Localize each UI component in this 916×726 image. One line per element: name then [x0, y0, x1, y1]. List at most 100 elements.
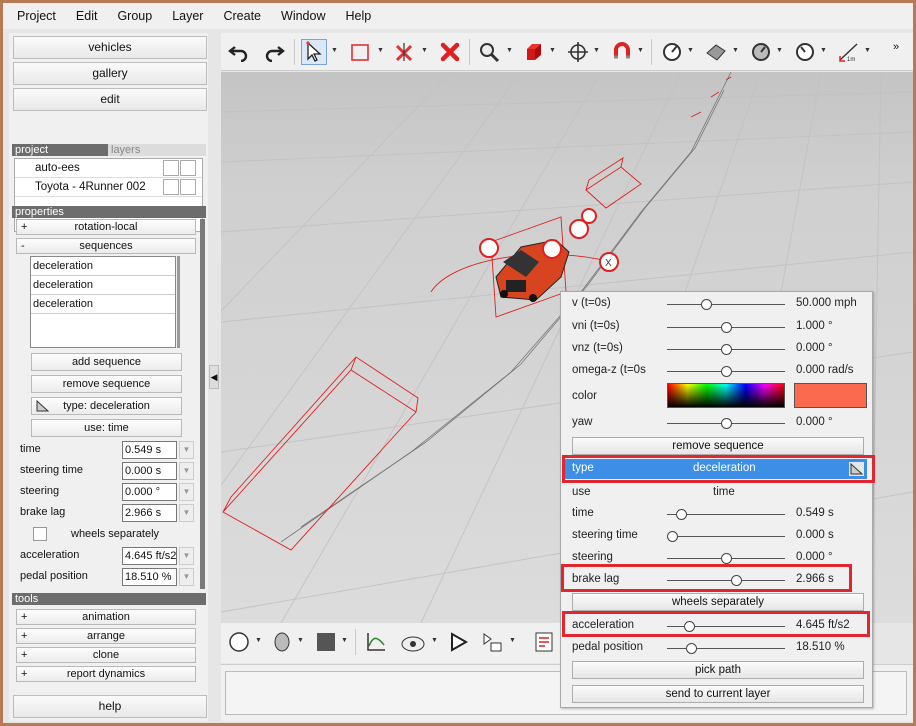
chevron-down-icon[interactable]: ▼	[255, 637, 262, 644]
visibility-checkbox[interactable]	[163, 160, 179, 176]
rotation-local-row[interactable]: + rotation-local	[16, 219, 196, 235]
chevron-down-icon[interactable]: ▼	[593, 47, 600, 54]
brake-lag-dropdown[interactable]: ▼	[179, 504, 194, 522]
undo-icon[interactable]	[226, 39, 252, 65]
chevron-down-icon[interactable]: ▼	[864, 47, 871, 54]
scale-1m-icon[interactable]: 1m	[836, 39, 862, 65]
steering-time-slider[interactable]	[667, 531, 785, 542]
v-slider[interactable]	[667, 299, 785, 310]
add-sequence-button[interactable]: add sequence	[31, 353, 182, 371]
tab-project[interactable]: project	[12, 144, 108, 156]
send-to-current-layer-button[interactable]: send to current layer	[572, 685, 864, 703]
zoom-icon[interactable]	[476, 39, 502, 65]
box-icon[interactable]	[521, 39, 547, 65]
pedal-position-slider[interactable]	[667, 643, 785, 654]
tab-layers[interactable]: layers	[108, 144, 206, 156]
tool-report-dynamics-row[interactable]: + report dynamics	[16, 666, 196, 682]
popup-remove-sequence-button[interactable]: remove sequence	[572, 437, 864, 455]
chevron-down-icon[interactable]: ▼	[637, 47, 644, 54]
chevron-down-icon[interactable]: ▼	[431, 637, 438, 644]
lock-checkbox[interactable]	[180, 160, 196, 176]
collapse-panel-handle[interactable]: ◀	[209, 365, 219, 389]
chevron-down-icon[interactable]: ▼	[506, 47, 513, 54]
vni-slider[interactable]	[667, 322, 785, 333]
measure-icon[interactable]	[659, 39, 685, 65]
list-item[interactable]: deceleration	[31, 295, 175, 314]
delete-vertex-icon[interactable]	[391, 39, 417, 65]
toolbar-overflow-icon[interactable]: »	[893, 41, 899, 53]
omega-z-slider[interactable]	[667, 366, 785, 377]
sphere-icon[interactable]	[226, 629, 252, 655]
move-icon[interactable]	[565, 39, 591, 65]
chevron-down-icon[interactable]: ▼	[549, 47, 556, 54]
use-value[interactable]: time	[713, 486, 735, 498]
wheels-separately-checkbox[interactable]	[33, 527, 47, 541]
pedal-position-dropdown[interactable]: ▼	[179, 568, 194, 586]
remove-sequence-button[interactable]: remove sequence	[31, 375, 182, 393]
export-icon[interactable]	[479, 629, 505, 655]
camera-icon[interactable]	[399, 629, 425, 655]
edit-button[interactable]: edit	[13, 88, 207, 111]
chevron-down-icon[interactable]: ▼	[509, 637, 516, 644]
play-icon[interactable]	[445, 629, 471, 655]
vehicles-button[interactable]: vehicles	[13, 36, 207, 59]
rotate-gauge-icon[interactable]	[748, 39, 774, 65]
use-button[interactable]: use: time	[31, 419, 182, 437]
steering-field[interactable]: 0.000 °	[122, 483, 177, 501]
slider-thumb[interactable]	[720, 366, 732, 377]
menu-group[interactable]: Group	[109, 9, 164, 23]
lock-checkbox[interactable]	[180, 179, 196, 195]
acceleration-dropdown[interactable]: ▼	[179, 547, 194, 565]
tool-arrange-row[interactable]: + arrange	[16, 628, 196, 644]
graph-icon[interactable]	[363, 629, 389, 655]
time-slider[interactable]	[667, 509, 785, 520]
chevron-down-icon[interactable]: ▼	[776, 47, 783, 54]
sequences-row[interactable]: - sequences	[16, 238, 196, 254]
list-item[interactable]: deceleration	[31, 276, 175, 295]
slider-thumb[interactable]	[701, 299, 713, 310]
tool-clone-row[interactable]: + clone	[16, 647, 196, 663]
slider-thumb[interactable]	[720, 553, 732, 564]
head-icon[interactable]	[269, 629, 295, 655]
color-square-icon[interactable]	[313, 629, 339, 655]
tool-animation-row[interactable]: + animation	[16, 609, 196, 625]
slider-thumb[interactable]	[667, 531, 678, 542]
rectangle-select-icon[interactable]	[347, 39, 373, 65]
properties-scrollbar[interactable]	[200, 219, 205, 589]
chevron-down-icon[interactable]: ▼	[341, 637, 348, 644]
steering-time-dropdown[interactable]: ▼	[179, 462, 194, 480]
color-swatch[interactable]	[794, 383, 867, 408]
chevron-down-icon[interactable]: ▼	[421, 47, 428, 54]
list-item[interactable]: auto-ees	[15, 159, 202, 178]
brake-lag-field[interactable]: 2.966 s	[122, 504, 177, 522]
magnet-icon[interactable]	[609, 39, 635, 65]
surface-icon[interactable]	[703, 39, 729, 65]
select-arrow-icon[interactable]	[301, 39, 327, 65]
pick-path-button[interactable]: pick path	[572, 661, 864, 679]
list-item[interactable]: Toyota - 4Runner 002	[15, 178, 202, 197]
gauge-icon[interactable]	[792, 39, 818, 65]
chevron-down-icon[interactable]: ▼	[297, 637, 304, 644]
report-icon[interactable]	[531, 629, 557, 655]
chevron-down-icon[interactable]: ▼	[377, 47, 384, 54]
color-spectrum-picker[interactable]	[667, 383, 785, 408]
list-item[interactable]: deceleration	[31, 257, 175, 276]
type-button[interactable]: type: deceleration	[31, 397, 182, 415]
chevron-down-icon[interactable]: ▼	[820, 47, 827, 54]
vnz-slider[interactable]	[667, 344, 785, 355]
chevron-down-icon[interactable]: ▼	[331, 47, 338, 54]
sequence-scrollbar[interactable]	[177, 256, 180, 348]
chevron-down-icon[interactable]: ▼	[687, 47, 694, 54]
chevron-down-icon[interactable]: ▼	[732, 47, 739, 54]
menu-window[interactable]: Window	[273, 9, 337, 23]
delete-icon[interactable]	[437, 39, 463, 65]
menu-help[interactable]: Help	[337, 9, 383, 23]
steering-slider[interactable]	[667, 553, 785, 564]
slider-thumb[interactable]	[675, 509, 687, 520]
redo-icon[interactable]	[261, 39, 287, 65]
steering-time-field[interactable]: 0.000 s	[122, 462, 177, 480]
wheels-separately-button[interactable]: wheels separately	[572, 593, 864, 611]
help-button[interactable]: help	[13, 695, 207, 718]
slider-thumb[interactable]	[720, 322, 732, 333]
time-field[interactable]: 0.549 s	[122, 441, 177, 459]
